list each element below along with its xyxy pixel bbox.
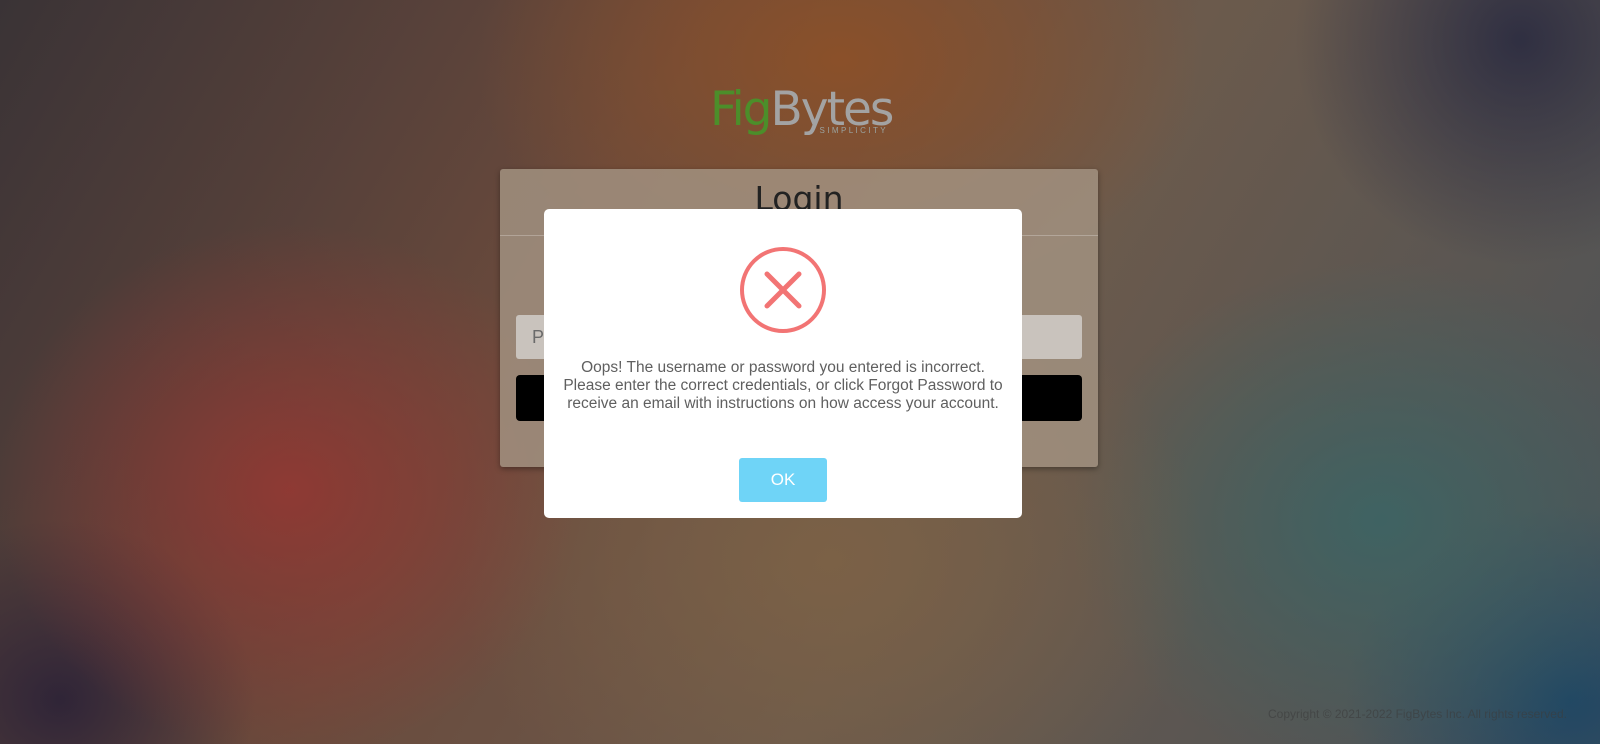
error-x-icon	[740, 247, 826, 333]
copyright-text: Copyright © 2021-2022 FigBytes Inc. All …	[1268, 707, 1567, 721]
logo-tagline: SIMPLICITY	[819, 126, 888, 135]
error-dialog: Oops! The username or password you enter…	[544, 209, 1022, 518]
logo-fig-text: Fig	[710, 82, 772, 137]
error-message: Oops! The username or password you enter…	[563, 359, 1003, 412]
ok-button[interactable]: OK	[739, 458, 827, 502]
figbytes-logo: FigBytes SIMPLICITY	[710, 82, 894, 140]
